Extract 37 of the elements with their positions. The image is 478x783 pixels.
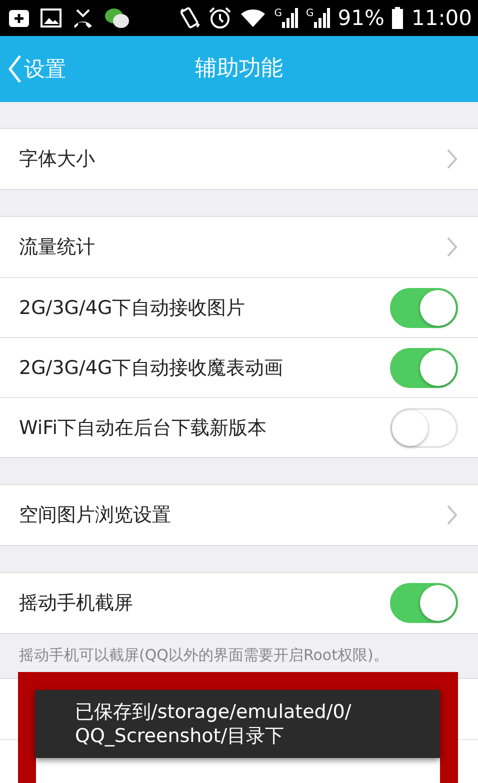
toggle-switch[interactable] — [390, 583, 458, 623]
setting-label: 2G/3G/4G下自动接收魔表动画 — [19, 356, 284, 380]
setting-label: 2G/3G/4G下自动接收图片 — [19, 296, 246, 320]
image-icon — [40, 7, 62, 29]
wifi-icon — [240, 7, 266, 29]
chevron-right-icon — [446, 236, 458, 258]
signal-icon — [314, 7, 330, 29]
toggle-switch[interactable] — [390, 348, 458, 388]
setting-label: 字体大小 — [19, 147, 95, 172]
back-chevron-icon — [8, 54, 22, 84]
settings-row[interactable]: 空间图片浏览设置 — [0, 485, 478, 545]
toggle-switch[interactable] — [390, 288, 458, 328]
settings-row[interactable]: 2G/3G/4G下自动接收魔表动画 — [0, 337, 478, 397]
chevron-right-icon — [446, 148, 458, 170]
chat-bubbles-icon — [104, 7, 130, 29]
settings-row[interactable]: WiFi下自动在后台下载新版本 — [0, 397, 478, 457]
chevron-right-icon — [446, 504, 458, 526]
page-title: 辅助功能 — [195, 56, 283, 81]
signal-icon — [282, 7, 298, 29]
setting-label: 摇动手机截屏 — [19, 591, 133, 616]
toast-message: 已保存到/storage/emulated/0/ QQ_Screenshot/目录下 — [35, 690, 440, 758]
setting-label: 流量统计 — [19, 235, 95, 260]
alarm-clock-icon — [208, 6, 232, 30]
settings-row[interactable]: 流量统计 — [0, 217, 478, 277]
battery-percent: 91% — [338, 6, 384, 30]
clock-time: 11:00 — [411, 6, 472, 30]
network-type-label: G — [274, 9, 282, 19]
battery-icon — [392, 7, 404, 29]
vibrate-icon — [178, 6, 200, 30]
settings-row[interactable]: 摇动手机截屏 — [0, 573, 478, 633]
missed-call-icon — [72, 7, 94, 29]
setting-label: WiFi下自动在后台下载新版本 — [19, 416, 266, 440]
network-type-label: G — [306, 9, 314, 19]
settings-row[interactable]: 2G/3G/4G下自动接收图片 — [0, 277, 478, 337]
settings-row[interactable]: 字体大小 — [0, 129, 478, 189]
setting-label: 空间图片浏览设置 — [19, 503, 171, 528]
plus-icon — [8, 7, 30, 29]
